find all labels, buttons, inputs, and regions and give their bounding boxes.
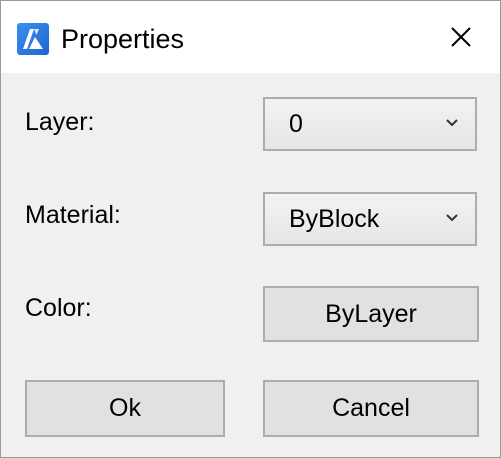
ok-button[interactable]: Ok: [25, 380, 225, 437]
color-picker-button[interactable]: ByLayer: [263, 286, 479, 342]
material-dropdown-value: ByBlock: [289, 205, 380, 233]
close-button[interactable]: [437, 15, 485, 59]
close-icon: [451, 27, 471, 47]
title-bar: Properties: [1, 1, 500, 73]
material-label: Material:: [25, 201, 121, 229]
chevron-down-icon: [446, 214, 458, 222]
layer-dropdown[interactable]: 0: [263, 97, 477, 151]
chevron-down-icon: [446, 119, 458, 127]
cancel-button[interactable]: Cancel: [263, 380, 479, 437]
properties-dialog: Properties Layer: 0 Material: ByBlock Co…: [0, 0, 501, 458]
layer-dropdown-value: 0: [289, 110, 303, 138]
window-title: Properties: [61, 24, 185, 54]
bricscad-logo-icon: [17, 23, 49, 55]
material-dropdown[interactable]: ByBlock: [263, 192, 477, 246]
layer-label: Layer:: [25, 108, 95, 136]
color-label: Color:: [25, 294, 92, 322]
